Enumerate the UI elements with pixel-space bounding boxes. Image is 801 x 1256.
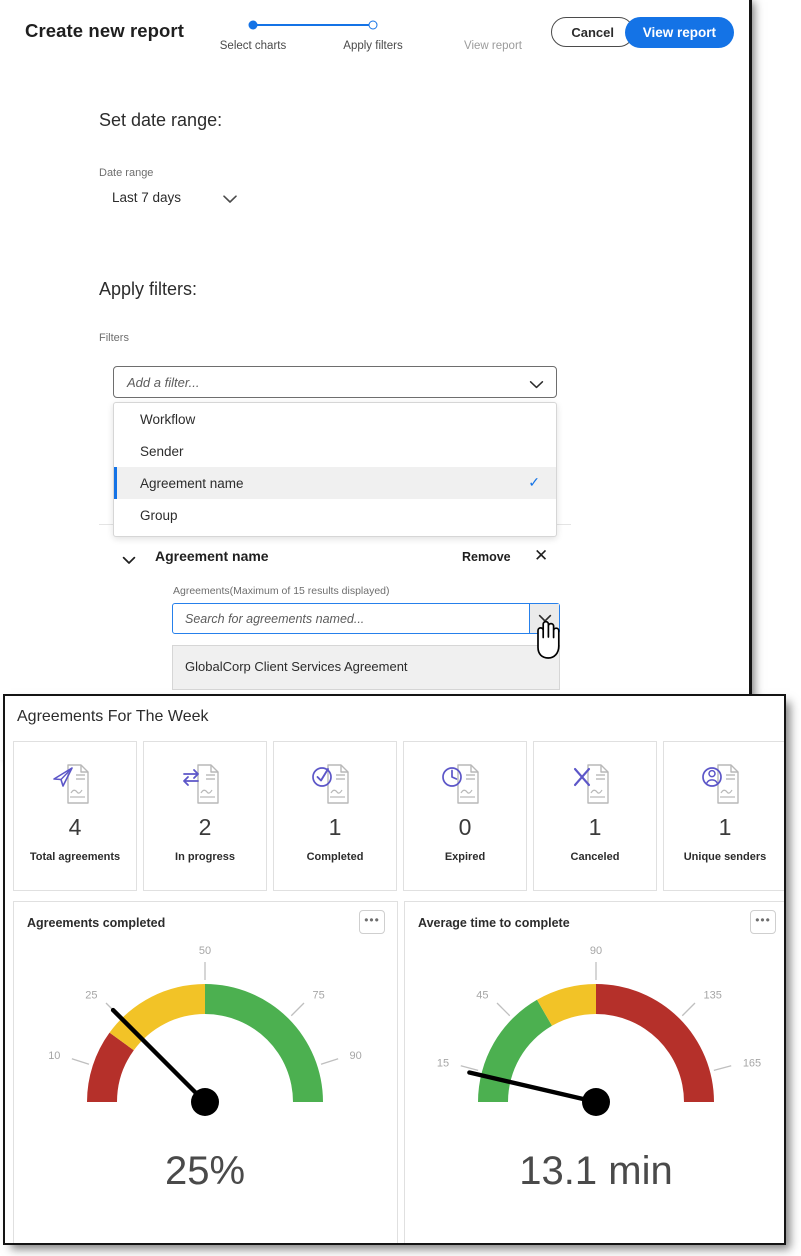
stepper-label-apply-filters[interactable]: Apply filters: [343, 40, 402, 52]
check-document-icon: [310, 758, 360, 810]
filter-option-label: Sender: [140, 443, 184, 459]
svg-text:25: 25: [85, 990, 97, 1002]
kpi-card-total-agreements[interactable]: 4 Total agreements: [13, 741, 137, 891]
svg-text:15: 15: [437, 1058, 449, 1070]
gauge-options-menu-button[interactable]: •••: [750, 910, 776, 934]
filter-option-label: Workflow: [140, 411, 196, 427]
transfer-document-icon: [180, 758, 230, 810]
kpi-label: Canceled: [570, 851, 620, 863]
kpi-value: 1: [588, 814, 602, 840]
svg-text:165: 165: [743, 1058, 761, 1070]
clock-document-icon: [440, 758, 490, 810]
stepper-label-select-charts[interactable]: Select charts: [220, 40, 286, 52]
stepper-dot-apply-filters[interactable]: [368, 20, 378, 30]
kpi-label: Total agreements: [29, 851, 121, 863]
kpi-card-completed[interactable]: 1 Completed: [273, 741, 397, 891]
svg-text:25%: 25%: [165, 1149, 245, 1193]
kpi-label: Completed: [306, 851, 364, 863]
chevron-down-icon: [529, 377, 544, 395]
filter-option-agreement-name[interactable]: Agreement name ✓: [114, 467, 556, 499]
chevron-down-icon: [222, 192, 238, 210]
date-range-field-label: Date range: [99, 167, 154, 179]
agreement-name-filter-header: Agreement name Remove ✕: [122, 547, 562, 570]
agreement-search-combobox[interactable]: [172, 603, 560, 634]
stepper-connector-line: [253, 24, 373, 26]
chevron-down-icon[interactable]: [122, 552, 136, 570]
svg-text:13.1 min: 13.1 min: [519, 1149, 672, 1193]
kpi-value: 1: [328, 814, 342, 840]
view-report-button[interactable]: View report: [624, 17, 734, 48]
add-filter-placeholder: Add a filter...: [127, 375, 200, 390]
svg-text:10: 10: [48, 1050, 60, 1062]
page-title: Create new report: [25, 20, 184, 41]
kpi-card-row: 4 Total agreements 2 In progress 1 Compl…: [13, 741, 784, 891]
agreements-field-label: Agreements(Maximum of 15 results display…: [173, 585, 390, 597]
checkmark-icon: ✓: [528, 474, 540, 490]
close-icon[interactable]: ✕: [534, 547, 548, 564]
filter-option-sender[interactable]: Sender: [114, 435, 556, 467]
paper-plane-document-icon: [50, 758, 100, 810]
filters-field-label: Filters: [99, 332, 129, 344]
svg-text:45: 45: [476, 990, 488, 1002]
filter-option-workflow[interactable]: Workflow: [114, 403, 556, 435]
svg-text:50: 50: [199, 945, 211, 957]
gauge-chart-agreements-completed: 10 25 50 75 90 25%: [48, 945, 362, 1193]
date-range-heading: Set date range:: [99, 110, 223, 130]
svg-text:135: 135: [703, 990, 721, 1002]
apply-filters-heading: Apply filters:: [99, 279, 198, 299]
report-title: Agreements For The Week: [17, 708, 209, 725]
stepper-label-view-report[interactable]: View report: [464, 40, 522, 52]
agreement-search-input[interactable]: [173, 604, 517, 633]
gauge-card-title: Average time to complete: [418, 916, 570, 930]
kpi-label: Unique senders: [683, 851, 767, 863]
svg-text:90: 90: [350, 1050, 362, 1062]
kpi-card-in-progress[interactable]: 2 In progress: [143, 741, 267, 891]
kpi-value: 1: [718, 814, 732, 840]
filter-option-group[interactable]: Group: [114, 499, 556, 531]
gauge-card-title: Agreements completed: [27, 916, 166, 930]
report-preview-panel: Agreements For The Week 4 Total agreemen…: [3, 694, 786, 1245]
svg-text:90: 90: [590, 945, 602, 957]
create-report-window: Create new report Select charts Apply fi…: [0, 0, 752, 760]
svg-text:75: 75: [312, 990, 324, 1002]
filter-option-label: Group: [140, 507, 178, 523]
stepper-dot-select-charts[interactable]: [248, 20, 258, 30]
gauge-card-agreements-completed: Agreements completed ••• 10 25 50 75 90 25%: [13, 901, 398, 1243]
gauge-options-menu-button[interactable]: •••: [359, 910, 385, 934]
filter-option-label: Agreement name: [140, 475, 244, 491]
kpi-card-unique-senders[interactable]: 1 Unique senders: [663, 741, 784, 891]
kpi-card-expired[interactable]: 0 Expired: [403, 741, 527, 891]
person-document-icon: [700, 758, 750, 810]
kpi-label: In progress: [175, 851, 235, 863]
gauge-chart-average-time-to-complete: 15 45 90 135 165 13.1 min: [437, 945, 761, 1193]
window-header: Create new report Select charts Apply fi…: [0, 0, 752, 64]
agreement-search-results[interactable]: GlobalCorp Client Services Agreement: [172, 645, 560, 690]
kpi-value: 4: [68, 814, 82, 840]
agreement-result-item[interactable]: GlobalCorp Client Services Agreement: [185, 659, 408, 674]
date-range-value[interactable]: Last 7 days: [112, 190, 181, 205]
kpi-value: 2: [198, 814, 212, 840]
kpi-label: Expired: [444, 851, 486, 863]
x-document-icon: [570, 758, 620, 810]
gauge-card-average-time-to-complete: Average time to complete ••• 15 45 90 135 16…: [404, 901, 784, 1243]
filter-options-dropdown[interactable]: Workflow Sender Agreement name ✓ Group: [113, 402, 557, 537]
remove-filter-button[interactable]: Remove: [462, 550, 511, 564]
kpi-value: 0: [458, 814, 472, 840]
add-filter-combobox[interactable]: Add a filter...: [113, 366, 557, 398]
agreement-name-filter-title: Agreement name: [155, 548, 269, 564]
kpi-card-canceled[interactable]: 1 Canceled: [533, 741, 657, 891]
wizard-stepper: Select charts Apply filters View report: [218, 20, 548, 60]
agreement-search-dropdown-toggle[interactable]: [529, 604, 559, 633]
cancel-button[interactable]: Cancel: [551, 17, 634, 47]
